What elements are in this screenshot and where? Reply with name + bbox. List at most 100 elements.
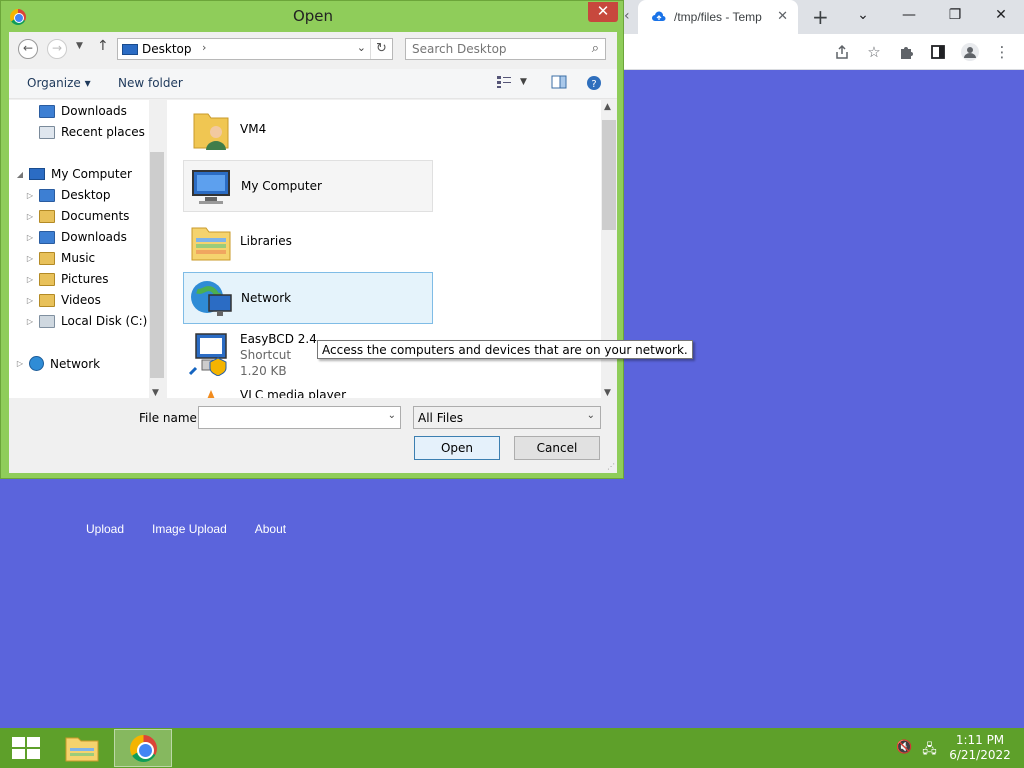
view-dropdown-icon[interactable]: ▼ — [520, 77, 527, 87]
resize-grip-icon[interactable]: ⋰ — [607, 462, 615, 471]
drive-icon — [39, 314, 55, 328]
tree-item-local-disk[interactable]: ▷ Local Disk (C:) — [25, 314, 147, 328]
organize-button[interactable]: Organize ▾ — [27, 76, 91, 90]
help-icon[interactable]: ? — [586, 75, 604, 91]
desktop-icon — [122, 44, 138, 55]
scroll-up-arrow-icon[interactable]: ▲ — [604, 102, 611, 112]
downloads-folder-icon — [39, 230, 55, 244]
nav-pane-scrollbar[interactable]: ▼ — [149, 100, 165, 398]
nav-link-about[interactable]: About — [255, 522, 286, 536]
tab-close-icon[interactable]: ✕ — [777, 9, 788, 24]
collapsed-arrow-icon[interactable]: ▷ — [25, 233, 35, 242]
profile-avatar-icon[interactable] — [960, 40, 980, 64]
scroll-down-arrow-icon[interactable]: ▼ — [152, 388, 159, 398]
open-button[interactable]: Open — [414, 436, 500, 460]
file-explorer-icon[interactable] — [60, 732, 104, 764]
scroll-down-arrow-icon[interactable]: ▼ — [604, 388, 611, 398]
taskbar-chrome-button[interactable] — [114, 729, 172, 767]
tree-item-pictures[interactable]: ▷ Pictures — [25, 272, 109, 286]
tree-item-recent-places[interactable]: Recent places — [25, 125, 145, 139]
file-name-label: File name: — [139, 411, 201, 425]
new-tab-button[interactable]: + — [812, 5, 829, 29]
window-controls: ⌄ — ❐ ✕ — [840, 0, 1024, 34]
minimize-button[interactable]: — — [886, 0, 932, 34]
restore-button[interactable]: ❐ — [932, 0, 978, 34]
desktop-folder-icon — [39, 188, 55, 202]
scrollbar-thumb[interactable] — [602, 120, 616, 230]
expanded-arrow-icon[interactable]: ◢ — [15, 170, 25, 179]
forward-arrow-icon[interactable]: → — [47, 39, 67, 59]
breadcrumb-desktop[interactable]: Desktop — [142, 42, 192, 56]
back-arrow-icon[interactable]: ← — [18, 39, 38, 59]
breadcrumb-chevron-icon[interactable]: › — [202, 41, 206, 54]
open-file-dialog: Open ✕ ← → ▼ ↑ Desktop › ⌄ ↻ ⌕ Organize … — [0, 0, 624, 479]
search-icon: ⌕ — [591, 41, 599, 56]
tree-item-label: Documents — [61, 209, 130, 223]
clock-date: 6/21/2022 — [949, 748, 1011, 762]
collapsed-arrow-icon[interactable]: ▷ — [25, 275, 35, 284]
tree-item-label: Downloads — [61, 230, 127, 244]
tree-item-my-computer[interactable]: ◢ My Computer — [15, 167, 132, 181]
change-view-icon[interactable] — [496, 75, 514, 91]
clock[interactable]: 1:11 PM 6/21/2022 — [944, 733, 1016, 763]
collapsed-arrow-icon[interactable]: ▷ — [25, 254, 35, 263]
file-item-vlc[interactable]: VLC media player — [183, 384, 433, 398]
collapsed-arrow-icon[interactable]: ▷ — [15, 359, 25, 368]
taskbar: 🔇 🖧 1:11 PM 6/21/2022 — [0, 728, 1024, 768]
tree-item-downloads[interactable]: ▷ Downloads — [25, 230, 127, 244]
window-close-button[interactable]: ✕ — [978, 0, 1024, 34]
browser-tab[interactable]: /tmp/files - Temp ✕ — [638, 0, 798, 34]
dialog-close-button[interactable]: ✕ — [588, 2, 618, 22]
music-folder-icon — [39, 251, 55, 265]
tree-item-network[interactable]: ▷ Network — [15, 356, 100, 371]
tree-item-music[interactable]: ▷ Music — [25, 251, 95, 265]
share-icon[interactable] — [832, 40, 852, 64]
menu-kebab-icon[interactable]: ⋮ — [992, 40, 1012, 64]
address-dropdown-icon[interactable]: ⌄ — [357, 41, 366, 54]
tree-item-downloads-favorite[interactable]: Downloads — [25, 104, 127, 118]
tab-search-icon[interactable]: ⌄ — [840, 0, 886, 34]
tree-item-label: Local Disk (C:) — [61, 314, 148, 328]
file-item-libraries[interactable]: Libraries — [183, 216, 433, 268]
collapsed-arrow-icon[interactable]: ▷ — [25, 191, 35, 200]
extensions-icon[interactable] — [896, 40, 916, 64]
tree-item-documents[interactable]: ▷ Documents — [25, 209, 130, 223]
address-bar[interactable]: Desktop › ⌄ ↻ — [117, 38, 393, 60]
start-windows-icon[interactable] — [12, 737, 40, 759]
search-box[interactable]: ⌕ — [405, 38, 606, 60]
file-name-dropdown-icon[interactable]: ⌄ — [388, 410, 396, 421]
file-item-network[interactable]: Network — [183, 272, 433, 324]
dialog-titlebar[interactable]: Open ✕ — [1, 1, 623, 32]
collapsed-arrow-icon[interactable]: ▷ — [25, 317, 35, 326]
file-name: VM4 — [240, 122, 267, 136]
tree-item-videos[interactable]: ▷ Videos — [25, 293, 101, 307]
network-status-icon[interactable]: 🖧 — [922, 740, 937, 762]
file-name-input[interactable]: ⌄ — [198, 406, 401, 429]
file-item-my-computer[interactable]: My Computer — [183, 160, 433, 212]
collapsed-arrow-icon[interactable]: ▷ — [25, 212, 35, 221]
file-name: Network — [241, 291, 292, 305]
tree-item-label: Recent places — [61, 125, 145, 139]
file-type-select[interactable]: All Files ⌄ — [413, 406, 601, 429]
volume-muted-icon[interactable]: 🔇 — [896, 740, 912, 762]
network-icon — [29, 356, 44, 371]
refresh-icon[interactable]: ↻ — [370, 39, 392, 59]
nav-link-image-upload[interactable]: Image Upload — [152, 522, 227, 536]
preview-pane-icon[interactable] — [551, 75, 569, 91]
tree-item-label: Videos — [61, 293, 101, 307]
pictures-folder-icon — [39, 272, 55, 286]
scrollbar-thumb[interactable] — [150, 152, 164, 378]
file-item-vm4[interactable]: VM4 — [183, 104, 433, 156]
tree-item-desktop[interactable]: ▷ Desktop — [25, 188, 111, 202]
user-folder-icon — [193, 113, 229, 150]
network-globe-icon — [191, 281, 232, 316]
cancel-button[interactable]: Cancel — [514, 436, 600, 460]
recent-locations-dropdown-icon[interactable]: ▼ — [76, 41, 83, 51]
collapsed-arrow-icon[interactable]: ▷ — [25, 296, 35, 305]
bookmark-star-icon[interactable]: ☆ — [864, 40, 884, 64]
nav-link-upload[interactable]: Upload — [86, 522, 124, 536]
up-arrow-icon[interactable]: ↑ — [97, 38, 109, 54]
side-panel-icon[interactable] — [928, 40, 948, 64]
new-folder-button[interactable]: New folder — [118, 76, 183, 90]
search-input[interactable] — [412, 42, 577, 56]
